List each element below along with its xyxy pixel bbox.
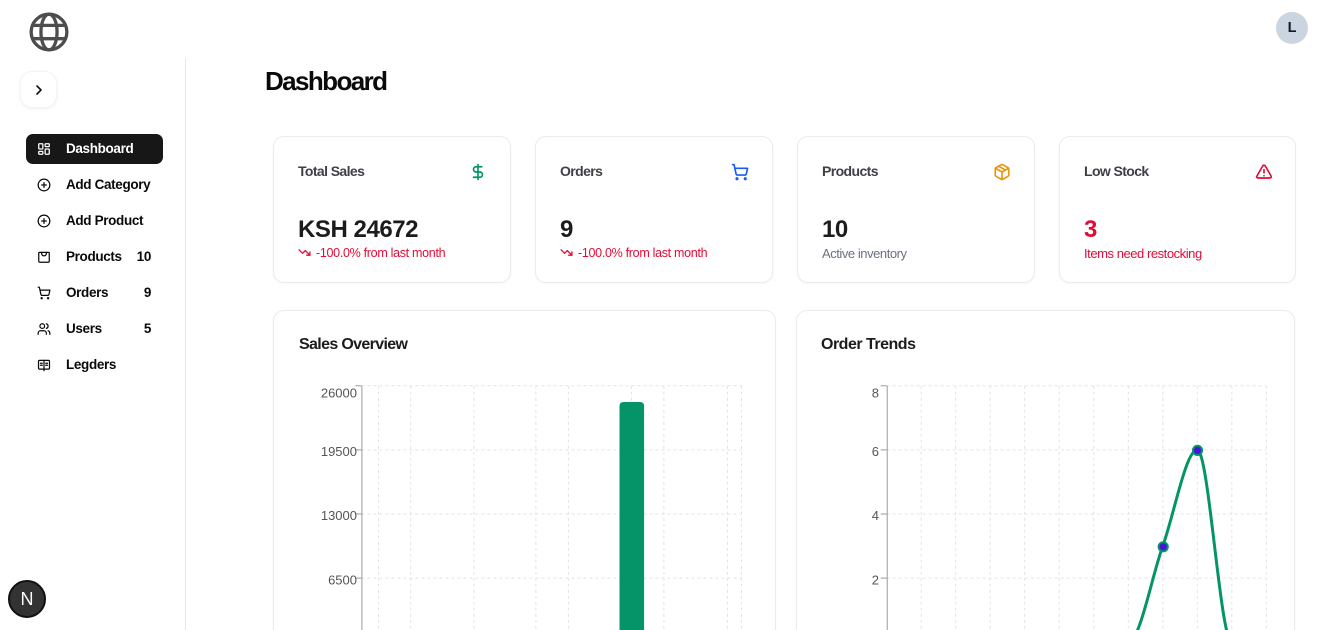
- svg-text:8: 8: [872, 385, 879, 400]
- svg-text:19500: 19500: [321, 444, 357, 459]
- svg-text:6: 6: [872, 444, 879, 459]
- svg-text:13000: 13000: [321, 508, 357, 523]
- svg-text:4: 4: [872, 508, 879, 523]
- svg-text:2: 2: [872, 573, 879, 588]
- svg-text:26000: 26000: [321, 385, 357, 400]
- svg-text:6500: 6500: [328, 573, 357, 588]
